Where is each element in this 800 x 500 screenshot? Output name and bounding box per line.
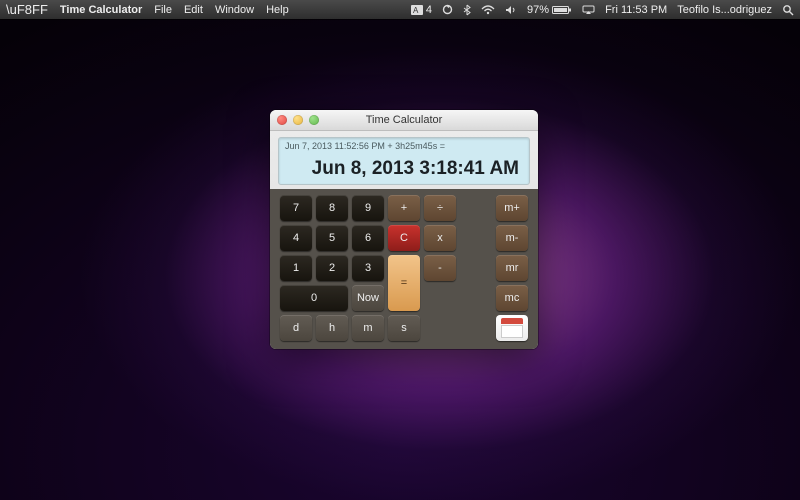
menu-help[interactable]: Help [266, 4, 289, 16]
svg-text:A: A [413, 6, 419, 15]
key-3[interactable]: 3 [352, 255, 384, 281]
key-5[interactable]: 5 [316, 225, 348, 251]
key-6[interactable]: 6 [352, 225, 384, 251]
key-mr[interactable]: mr [496, 255, 528, 281]
key-9[interactable]: 9 [352, 195, 384, 221]
key-plus[interactable]: + [388, 195, 420, 221]
key-mplus[interactable]: m+ [496, 195, 528, 221]
key-minus[interactable]: - [424, 255, 456, 281]
menubar-clock[interactable]: Fri 11:53 PM [605, 4, 667, 16]
key-1[interactable]: 1 [280, 255, 312, 281]
volume-icon[interactable] [505, 5, 517, 15]
menubar: \uF8FF Time Calculator File Edit Window … [0, 0, 800, 19]
minimize-button[interactable] [293, 115, 303, 125]
spotlight-icon[interactable] [782, 4, 794, 16]
app-window: Time Calculator Jun 7, 2013 11:52:56 PM … [270, 110, 538, 349]
menubar-user[interactable]: Teofilo Is...odriguez [677, 4, 772, 16]
battery-status[interactable]: 97% [527, 4, 572, 16]
menubar-app-name[interactable]: Time Calculator [60, 4, 142, 16]
calculator-display: Jun 7, 2013 11:52:56 PM + 3h25m45s = Jun… [278, 137, 530, 185]
window-titlebar[interactable]: Time Calculator [270, 110, 538, 131]
key-0[interactable]: 0 [280, 285, 348, 311]
key-minutes[interactable]: m [352, 315, 384, 341]
display-result: Jun 8, 2013 3:18:41 AM [312, 158, 519, 180]
menu-window[interactable]: Window [215, 4, 254, 16]
key-mminus[interactable]: m- [496, 225, 528, 251]
key-days[interactable]: d [280, 315, 312, 341]
key-2[interactable]: 2 [316, 255, 348, 281]
adobe-status-icon[interactable]: A 4 [411, 4, 432, 16]
bluetooth-icon[interactable] [463, 4, 471, 16]
menu-file[interactable]: File [154, 4, 172, 16]
key-hours[interactable]: h [316, 315, 348, 341]
key-8[interactable]: 8 [316, 195, 348, 221]
zoom-button[interactable] [309, 115, 319, 125]
airplay-icon[interactable] [582, 5, 595, 15]
key-7[interactable]: 7 [280, 195, 312, 221]
key-equals[interactable]: = [388, 255, 420, 311]
key-mc[interactable]: mc [496, 285, 528, 311]
keypad: 7 8 9 + ÷ m+ 4 5 6 C x m- 1 2 3 = - mr 0… [270, 189, 538, 349]
key-multiply[interactable]: x [424, 225, 456, 251]
wifi-icon[interactable] [481, 5, 495, 15]
desktop: \uF8FF Time Calculator File Edit Window … [0, 0, 800, 500]
key-4[interactable]: 4 [280, 225, 312, 251]
key-calendar[interactable] [496, 315, 528, 341]
key-clear[interactable]: C [388, 225, 420, 251]
display-expression: Jun 7, 2013 11:52:56 PM + 3h25m45s = [285, 141, 445, 151]
key-seconds[interactable]: s [388, 315, 420, 341]
key-divide[interactable]: ÷ [424, 195, 456, 221]
menu-edit[interactable]: Edit [184, 4, 203, 16]
key-now[interactable]: Now [352, 285, 384, 311]
sync-icon[interactable] [442, 4, 453, 15]
close-button[interactable] [277, 115, 287, 125]
apple-menu-icon[interactable]: \uF8FF [6, 2, 48, 17]
